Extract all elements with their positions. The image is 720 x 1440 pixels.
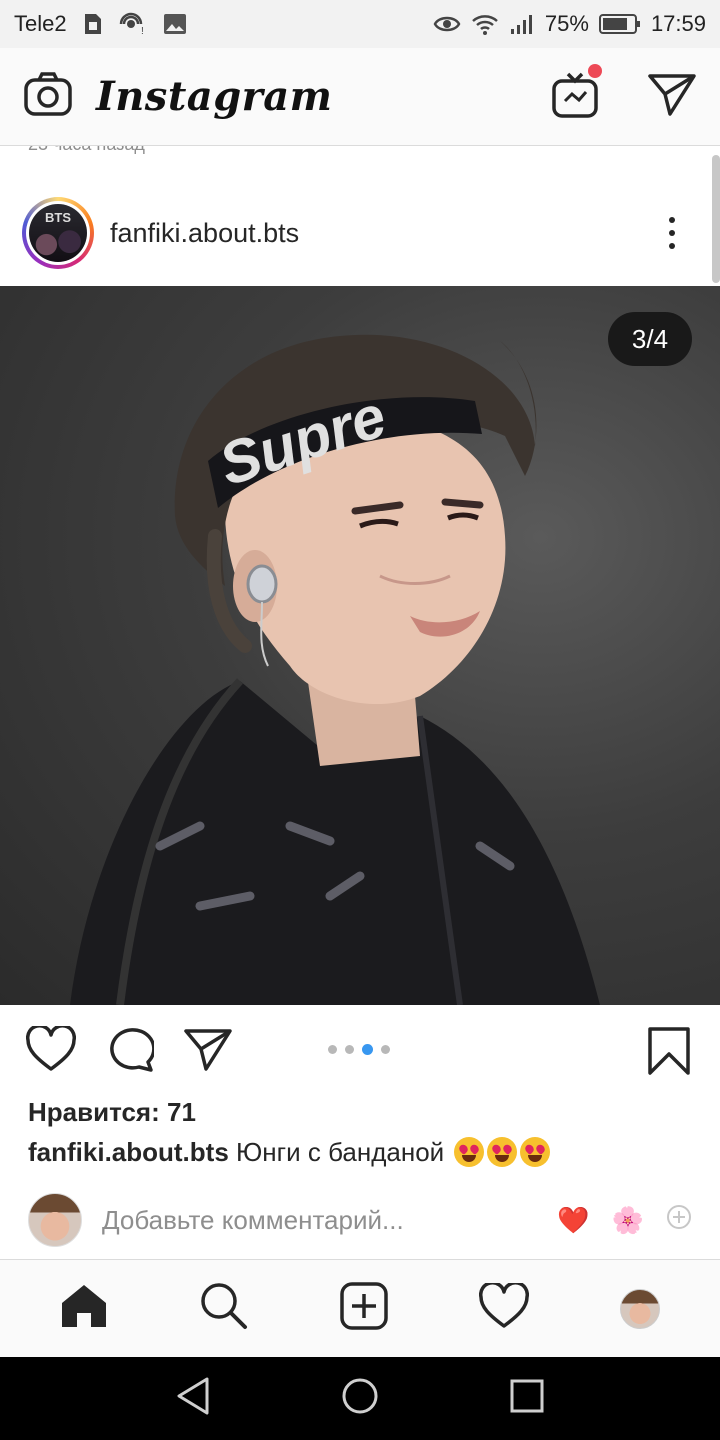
post-photo[interactable]: Supre 3/4 bbox=[0, 286, 720, 1005]
activity-icon[interactable] bbox=[479, 1281, 530, 1334]
back-triangle-icon bbox=[177, 1377, 209, 1415]
carousel-dot-active bbox=[362, 1044, 373, 1055]
add-reaction-icon[interactable] bbox=[666, 1204, 692, 1237]
system-navigation bbox=[0, 1357, 720, 1440]
signal-icon bbox=[509, 13, 535, 35]
sim-icon bbox=[83, 12, 103, 36]
story-avatar[interactable]: BTS bbox=[22, 197, 94, 269]
home-icon[interactable] bbox=[60, 1283, 108, 1334]
more-dot bbox=[669, 217, 675, 223]
comment-input[interactable]: Добавьте комментарий... bbox=[102, 1205, 557, 1236]
gallery-icon bbox=[163, 13, 187, 35]
eye-comfort-icon bbox=[433, 14, 461, 34]
home-circle-icon bbox=[342, 1378, 378, 1414]
comment-icon bbox=[110, 1028, 154, 1072]
quick-reactions: ❤️ 🌸 bbox=[557, 1204, 692, 1237]
carousel-dot bbox=[381, 1045, 390, 1054]
share-button[interactable] bbox=[184, 1027, 232, 1071]
status-bar: Tele2 ! 75% 17:59 bbox=[0, 0, 720, 48]
bottom-navigation bbox=[0, 1259, 720, 1357]
carrier-label: Tele2 bbox=[14, 11, 67, 36]
caption-text: Юнги с банданой bbox=[236, 1137, 445, 1167]
profile-avatar[interactable] bbox=[620, 1288, 661, 1329]
quick-reaction-flower[interactable]: 🌸 bbox=[612, 1205, 644, 1236]
comment-button[interactable] bbox=[106, 1026, 154, 1072]
more-options-button[interactable] bbox=[662, 217, 682, 249]
wifi-icon bbox=[471, 13, 499, 35]
add-post-icon[interactable] bbox=[340, 1282, 388, 1335]
avatar: BTS bbox=[29, 204, 87, 262]
post-action-bar bbox=[0, 1005, 720, 1093]
likes-count[interactable]: Нравится: 71 bbox=[28, 1097, 196, 1128]
heart-icon bbox=[26, 1026, 76, 1071]
home-button[interactable] bbox=[340, 1376, 380, 1421]
recents-button[interactable] bbox=[509, 1378, 545, 1419]
scroll-indicator bbox=[712, 155, 720, 283]
hotspot-icon: ! bbox=[119, 12, 147, 36]
top-navigation: Instagram bbox=[0, 48, 720, 146]
igtv-notification-dot bbox=[588, 64, 602, 78]
post-username[interactable]: fanfiki.about.bts bbox=[110, 218, 299, 249]
back-button[interactable] bbox=[175, 1376, 211, 1421]
quick-reaction-heart[interactable]: ❤️ bbox=[557, 1205, 589, 1236]
save-button[interactable] bbox=[648, 1027, 690, 1080]
carousel-counter: 3/4 bbox=[608, 312, 692, 366]
carousel-dots bbox=[328, 1044, 390, 1055]
add-comment-row: Добавьте комментарий... ❤️ 🌸 bbox=[0, 1188, 720, 1252]
more-dot bbox=[669, 243, 675, 249]
carousel-dot bbox=[328, 1045, 337, 1054]
recents-square-icon bbox=[510, 1379, 544, 1413]
avatar-text: BTS bbox=[45, 210, 71, 225]
instagram-logo: Instagram bbox=[96, 73, 333, 120]
more-dot bbox=[669, 230, 675, 236]
share-icon bbox=[184, 1029, 232, 1071]
carousel-dot bbox=[345, 1045, 354, 1054]
caption-username[interactable]: fanfiki.about.bts bbox=[28, 1137, 229, 1167]
direct-icon[interactable] bbox=[648, 72, 696, 121]
user-avatar bbox=[28, 1193, 82, 1247]
search-icon[interactable] bbox=[199, 1281, 249, 1336]
svg-text:!: ! bbox=[141, 26, 144, 36]
clock: 17:59 bbox=[650, 11, 706, 36]
post-photo-illustration: Supre bbox=[70, 334, 600, 1005]
camera-icon[interactable] bbox=[24, 72, 72, 121]
battery-icon bbox=[598, 13, 641, 35]
avatar-border: BTS bbox=[26, 201, 90, 265]
heart-eyes-emoji bbox=[454, 1137, 485, 1167]
like-button[interactable] bbox=[26, 1026, 76, 1072]
post-header: BTS fanfiki.about.bts bbox=[0, 180, 712, 286]
post-caption: fanfiki.about.bts Юнги с банданой bbox=[28, 1137, 551, 1168]
heart-eyes-emoji bbox=[520, 1137, 551, 1167]
bookmark-icon bbox=[648, 1027, 690, 1075]
battery-percent: 75% bbox=[544, 11, 589, 36]
heart-eyes-emoji bbox=[487, 1137, 518, 1167]
igtv-button[interactable] bbox=[552, 64, 602, 123]
